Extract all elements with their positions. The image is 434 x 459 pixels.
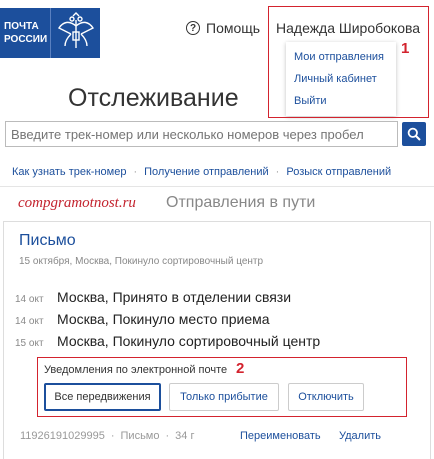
search-icon (407, 127, 421, 141)
event-text: Москва, Принято в отделении связи (57, 289, 292, 305)
event-text: Москва, Покинуло сортировочный центр (57, 333, 321, 349)
link-separator: · (133, 166, 138, 178)
shipment-title[interactable]: Письмо (19, 232, 76, 250)
logo-line1: ПОЧТА (4, 21, 39, 32)
link-separator: · (275, 166, 280, 178)
annotation-marker-2: 2 (236, 360, 245, 377)
question-icon: ? (186, 21, 200, 35)
eagle-emblem-icon (50, 8, 100, 58)
shipment-type: Письмо (120, 430, 160, 442)
notify-arrival-only-button[interactable]: Только прибытие (169, 383, 279, 411)
link-receiving[interactable]: Получение отправлений (144, 166, 269, 178)
detail-separator: · (110, 430, 115, 442)
event-date: 15 окт (15, 338, 44, 349)
tracking-event: 15 окт Москва, Покинуло сортировочный це… (15, 333, 320, 349)
search-button[interactable] (402, 122, 426, 146)
tracking-event: 14 окт Москва, Покинуло место приема (15, 311, 270, 327)
detail-separator: · (165, 430, 170, 442)
notifications-label: Уведомления по электронной почте (44, 364, 228, 376)
annotation-marker-1: 1 (401, 40, 410, 57)
tracking-event: 14 окт Москва, Принято в отделении связи (15, 289, 291, 305)
help-links: Как узнать трек-номер · Получение отправ… (12, 166, 391, 178)
notify-all-movements-button[interactable]: Все передвижения (44, 383, 161, 411)
section-title: Отправления в пути (166, 194, 316, 211)
annotation-box-1 (268, 6, 429, 118)
help-label: Помощь (206, 20, 261, 36)
shipment-details: 11926191029995 · Письмо · 34 г (20, 430, 194, 442)
page-title: Отслеживание (68, 84, 239, 112)
track-number: 11926191029995 (20, 430, 105, 442)
help-link[interactable]: ? Помощь (186, 20, 260, 36)
event-date: 14 окт (15, 294, 44, 305)
event-text: Москва, Покинуло место приема (57, 311, 270, 327)
watermark: compgramotnost.ru (18, 195, 136, 211)
link-find-track-number[interactable]: Как узнать трек-номер (12, 166, 126, 178)
shipment-status-summary: 15 октября, Москва, Покинуло сортировочн… (19, 256, 264, 267)
delete-link[interactable]: Удалить (339, 430, 381, 442)
event-date: 14 окт (15, 316, 44, 327)
logo-line2: РОССИИ (4, 34, 48, 45)
search-input[interactable] (5, 121, 398, 147)
notify-off-button[interactable]: Отключить (288, 383, 364, 411)
shipment-weight: 34 г (175, 430, 195, 442)
link-search-shipments[interactable]: Розыск отправлений (286, 166, 391, 178)
logo[interactable]: ПОЧТА РОССИИ (0, 8, 50, 58)
divider (0, 186, 434, 187)
rename-link[interactable]: Переименовать (240, 430, 321, 442)
